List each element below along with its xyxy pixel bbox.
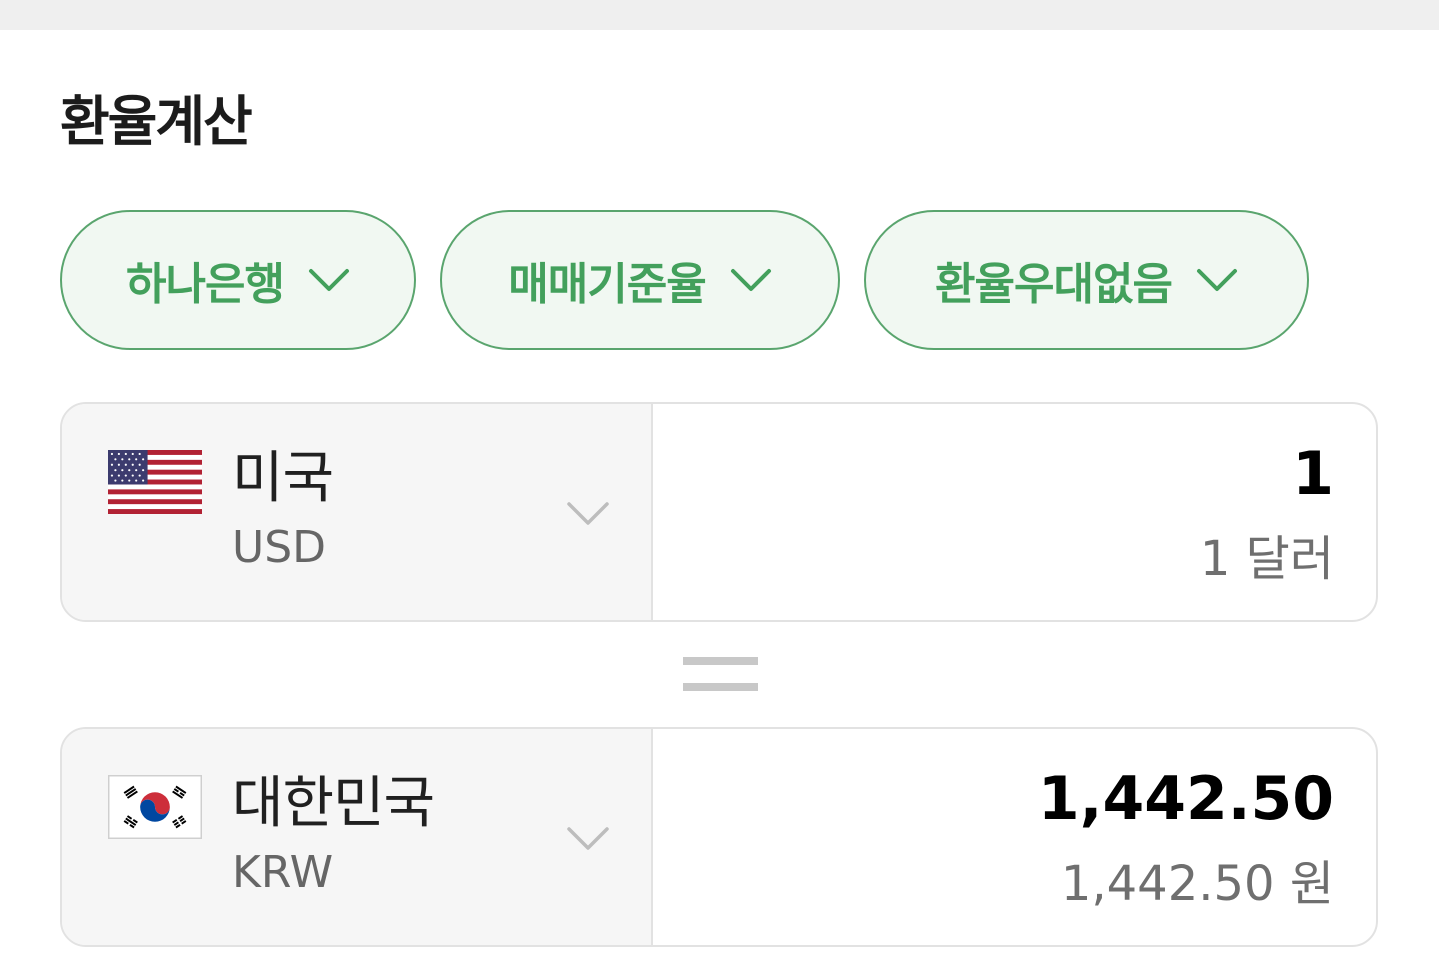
equals-icon — [683, 657, 758, 693]
from-country-name: 미국 — [232, 446, 334, 511]
from-amount-field[interactable]: 1 1 달러 — [653, 404, 1376, 620]
to-amount-reading: 1,442.50 원 — [1060, 856, 1334, 912]
chevron-down-icon — [308, 269, 349, 291]
rate-type-select-button[interactable]: 매매기준율 — [440, 210, 840, 350]
to-currency-selector[interactable]: 대한민국 KRW — [62, 729, 653, 945]
bank-select-button[interactable]: 하나은행 — [60, 210, 416, 350]
page-title: 환율계산 — [60, 90, 253, 153]
to-country-name: 대한민국 — [232, 771, 435, 836]
filter-bar: 하나은행 매매기준율 환율우대없음 — [60, 210, 1309, 350]
to-amount-value: 1,442.50 — [1037, 764, 1334, 834]
top-divider-strip — [0, 0, 1439, 30]
from-currency-selector[interactable]: 미국 USD — [62, 404, 653, 620]
from-currency-code: USD — [232, 522, 327, 573]
from-amount-value: 1 — [1292, 439, 1334, 509]
preferential-rate-select-label: 환율우대없음 — [935, 259, 1173, 310]
to-amount-field[interactable]: 1,442.50 1,442.50 원 — [653, 729, 1376, 945]
kr-flag-icon — [108, 775, 202, 839]
chevron-down-icon — [1196, 269, 1237, 291]
bank-select-label: 하나은행 — [126, 259, 285, 310]
rate-type-select-label: 매매기준율 — [508, 259, 706, 310]
preferential-rate-select-button[interactable]: 환율우대없음 — [864, 210, 1309, 350]
us-flag-icon — [108, 450, 202, 514]
chevron-down-icon — [567, 827, 609, 850]
from-currency-card: 미국 USD 1 1 달러 — [60, 402, 1378, 622]
chevron-down-icon — [730, 269, 771, 291]
chevron-down-icon — [567, 502, 609, 525]
from-amount-reading: 1 달러 — [1199, 531, 1334, 587]
to-currency-code: KRW — [232, 847, 334, 898]
to-currency-card: 대한민국 KRW 1,442.50 1,442.50 원 — [60, 727, 1378, 947]
